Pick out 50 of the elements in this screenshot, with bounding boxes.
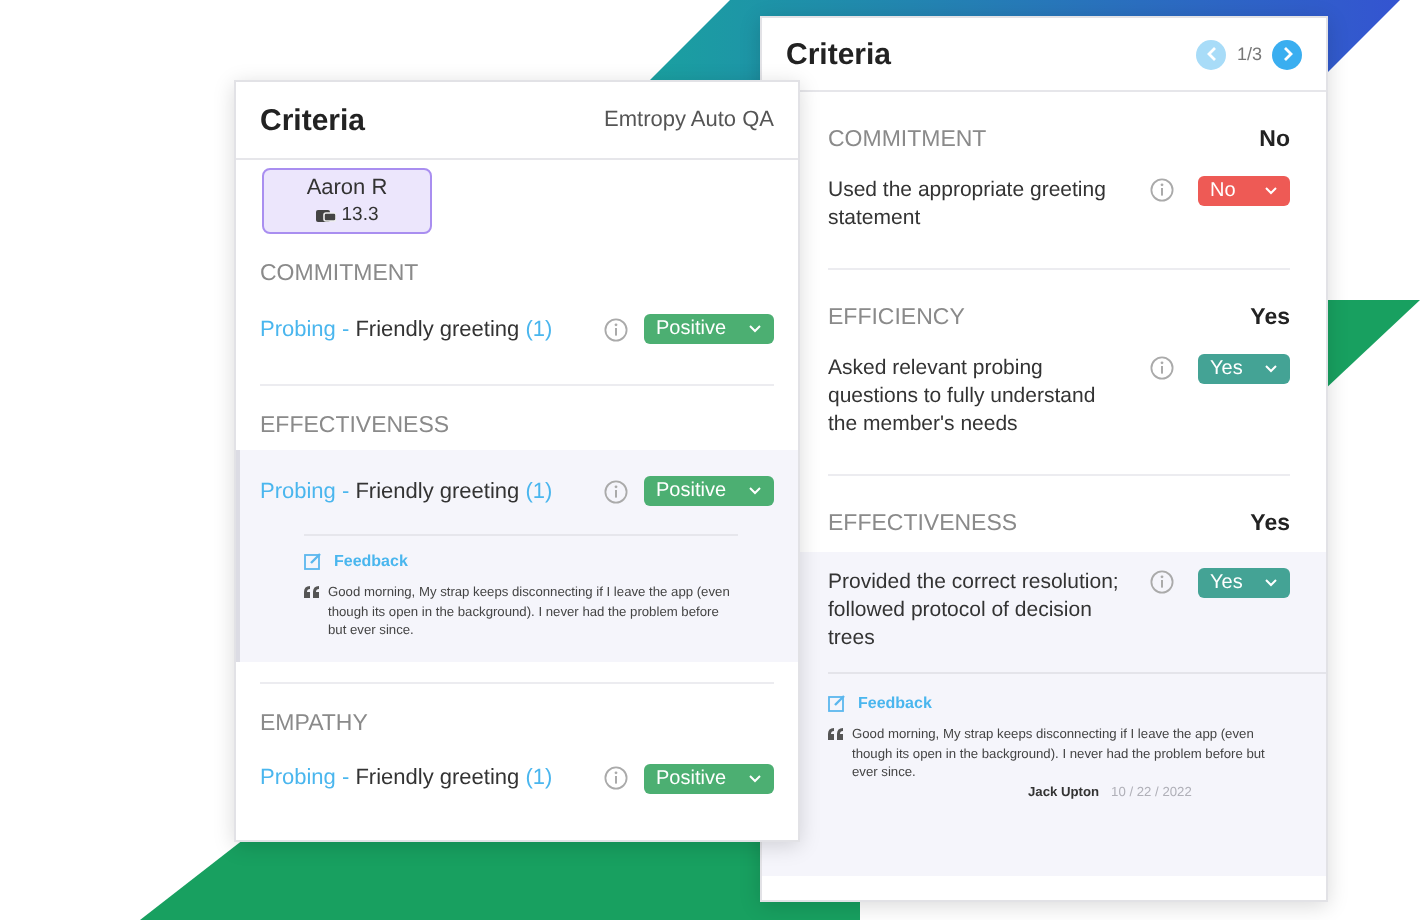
caret-icon: [748, 486, 762, 496]
agent-chip[interactable]: Aaron R 13.3: [262, 168, 432, 234]
info-icon[interactable]: [604, 766, 628, 790]
agent-score: 13.3: [341, 204, 379, 226]
quote-icon: [304, 586, 320, 598]
section-heading: EFFECTIVENESS: [828, 512, 1018, 536]
rating-dropdown[interactable]: No: [1198, 176, 1290, 206]
agent-name: Aaron R: [306, 176, 388, 200]
section-result: Yes: [1250, 306, 1290, 330]
next-button[interactable]: [1272, 39, 1302, 69]
info-icon[interactable]: [1150, 178, 1174, 202]
edit-icon: [828, 694, 846, 712]
info-icon[interactable]: [1150, 356, 1174, 380]
info-icon[interactable]: [604, 317, 628, 341]
section-heading: COMMITMENT: [258, 260, 421, 290]
feedback-link[interactable]: Feedback: [858, 694, 932, 712]
caret-icon: [748, 324, 762, 334]
caret-icon: [1264, 186, 1278, 196]
section-heading: EFFECTIVENESS: [258, 412, 452, 442]
criterion-label: Asked relevant probing questions to fully understand the member's needs: [828, 354, 1098, 438]
caret-icon: [1264, 578, 1278, 588]
caret-icon: [748, 773, 762, 783]
section-result: Yes: [1250, 512, 1290, 536]
rating-dropdown[interactable]: Yes: [1198, 568, 1290, 598]
section-heading: EMPATHY: [258, 709, 370, 739]
page-indicator: 1/3: [1236, 44, 1262, 64]
card-title: Criteria: [260, 103, 366, 137]
feedback-link[interactable]: Feedback: [334, 552, 408, 570]
info-icon[interactable]: [1150, 570, 1174, 594]
criterion-label: Provided the correct resolution; followed protocol of decision trees: [828, 568, 1121, 652]
criterion-label: Used the appropriate greeting statement: [828, 176, 1108, 232]
rating-dropdown[interactable]: Positive: [644, 476, 774, 506]
rating-dropdown[interactable]: Yes: [1198, 354, 1290, 384]
caret-icon: [1264, 364, 1278, 374]
criterion-label: Probing - Friendly greeting (1): [260, 317, 555, 341]
chevron-right-icon: [1279, 46, 1295, 62]
card-subtitle: Emtropy Auto QA: [604, 108, 774, 132]
card-title: Criteria: [786, 37, 892, 71]
criterion-label: Probing - Friendly greeting (1): [260, 479, 555, 503]
rating-dropdown[interactable]: Positive: [644, 314, 774, 344]
info-icon[interactable]: [604, 479, 628, 503]
chevron-left-icon: [1203, 46, 1220, 62]
section-result: No: [1259, 128, 1290, 152]
section-heading: EFFICIENCY: [828, 306, 965, 330]
section-heading: COMMITMENT: [828, 128, 987, 152]
wallet-icon: [315, 207, 336, 223]
rating-dropdown[interactable]: Positive: [644, 763, 774, 793]
edit-icon: [304, 552, 322, 570]
quote-icon: [828, 728, 844, 740]
criterion-label: Probing - Friendly greeting (1): [260, 766, 555, 790]
